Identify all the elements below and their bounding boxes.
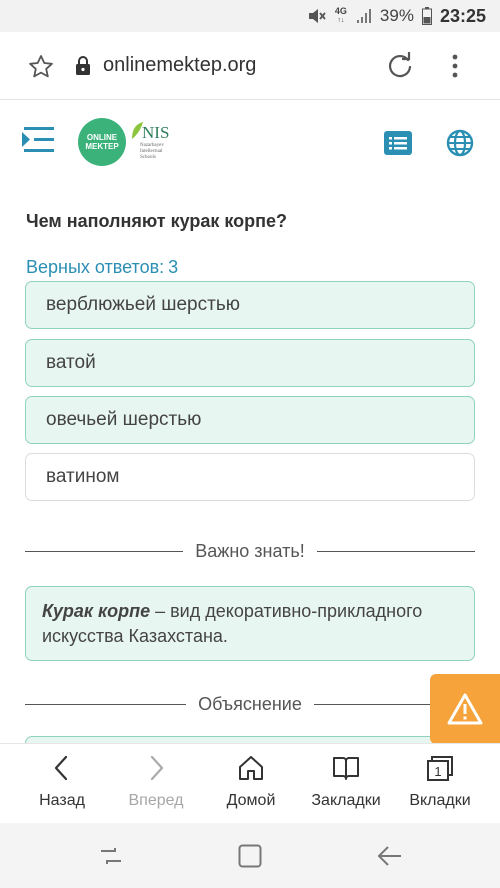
- address-bar: onlinemektep.org: [0, 32, 500, 100]
- battery-percent: 39%: [379, 6, 414, 25]
- forward-arrow-icon: [150, 755, 164, 781]
- home-square-icon[interactable]: [237, 843, 263, 869]
- svg-text:1: 1: [434, 764, 441, 779]
- important-title: Важно знать!: [195, 540, 305, 561]
- question-text: Чем наполняют курак корпе?: [26, 211, 288, 231]
- forward-button[interactable]: Вперед: [106, 744, 206, 824]
- answer-option-2[interactable]: ватой: [25, 339, 475, 387]
- bookmarks-book-icon: [333, 757, 359, 780]
- app-header: ONLINE MEKTEP NIS Nazarbayev Intellectua…: [0, 101, 500, 181]
- more-menu-icon[interactable]: [446, 52, 464, 80]
- clock: 23:25: [439, 5, 486, 26]
- explanation-divider: Объяснение: [25, 692, 476, 716]
- home-icon: [239, 756, 263, 780]
- nis-logo: NIS Nazarbayev Intellectual Schools: [130, 121, 180, 169]
- signal-icon: [356, 9, 371, 23]
- system-back-icon[interactable]: [377, 843, 403, 869]
- status-bar: 4G ↑↓ 39% 23:25: [0, 0, 500, 32]
- back-arrow-icon: [54, 755, 68, 781]
- explanation-title: Объяснение: [198, 693, 302, 714]
- onlinemektep-logo[interactable]: ONLINE MEKTEP: [78, 118, 126, 166]
- language-globe-icon[interactable]: [446, 129, 474, 157]
- list-view-icon[interactable]: [384, 131, 412, 155]
- bookmark-star-icon[interactable]: [28, 54, 54, 80]
- network-indicator: 4G ↑↓: [334, 6, 347, 25]
- mute-icon: [308, 9, 326, 23]
- reload-icon[interactable]: [386, 52, 414, 80]
- explanation-card: [25, 736, 475, 743]
- report-problem-button[interactable]: [430, 674, 500, 744]
- recent-apps-icon[interactable]: [98, 843, 124, 869]
- important-divider: Важно знать!: [25, 539, 476, 563]
- android-nav-bar: [0, 823, 500, 888]
- warning-icon: [447, 693, 483, 725]
- bookmarks-button[interactable]: Закладки: [296, 744, 396, 824]
- quiz-content: Чем наполняют курак корпе? Верных ответо…: [0, 181, 500, 743]
- url-text[interactable]: onlinemektep.org: [103, 54, 256, 77]
- back-button[interactable]: Назад: [12, 744, 112, 824]
- answer-option-3[interactable]: овечьей шерстью: [25, 396, 475, 444]
- correct-answers-count: Верных ответов: 3: [26, 257, 179, 277]
- battery-icon: [421, 7, 432, 25]
- lock-icon: [76, 56, 90, 75]
- browser-bottom-toolbar: Назад Вперед Домой Закладки 1 Вкладки: [0, 743, 500, 823]
- home-button[interactable]: Домой: [201, 744, 301, 824]
- info-term: Курак корпе: [42, 601, 151, 621]
- answer-option-1[interactable]: верблюжьей шерстью: [25, 281, 475, 329]
- menu-toggle-icon[interactable]: [20, 121, 58, 159]
- important-info-card: Курак корпе – вид декоративно-прикладног…: [25, 586, 475, 661]
- answer-option-4[interactable]: ватином: [25, 453, 475, 501]
- tabs-button[interactable]: 1 Вкладки: [390, 744, 490, 824]
- tabs-icon: 1: [427, 756, 453, 781]
